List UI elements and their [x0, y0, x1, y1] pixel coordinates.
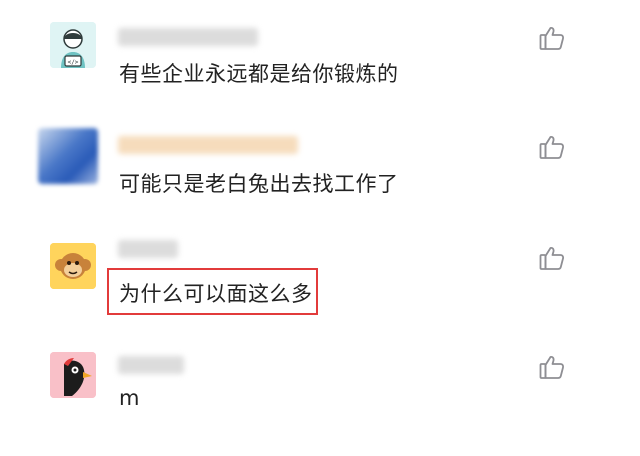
username-blurred	[118, 356, 184, 374]
comment-text: 可能只是老白兔出去找工作了	[119, 172, 399, 196]
thumbs-up-icon[interactable]	[538, 353, 566, 381]
comment-text: 为什么可以面这么多	[119, 282, 313, 306]
username-blurred	[118, 136, 298, 154]
svg-text:</>: </>	[68, 59, 79, 66]
thumbs-up-icon[interactable]	[538, 244, 566, 272]
woodpecker-avatar-icon[interactable]	[50, 352, 96, 398]
blurred-avatar-icon[interactable]	[38, 128, 98, 184]
username-blurred	[118, 240, 178, 258]
thumbs-up-icon[interactable]	[538, 133, 566, 161]
thumbs-up-icon[interactable]	[538, 24, 566, 52]
comment-text: 有些企业永远都是给你锻炼的	[119, 62, 399, 86]
monkey-avatar-icon[interactable]	[50, 243, 96, 289]
programmer-avatar-icon[interactable]: </>	[50, 22, 96, 68]
comment-text: m	[119, 386, 140, 410]
username-blurred	[118, 28, 258, 46]
